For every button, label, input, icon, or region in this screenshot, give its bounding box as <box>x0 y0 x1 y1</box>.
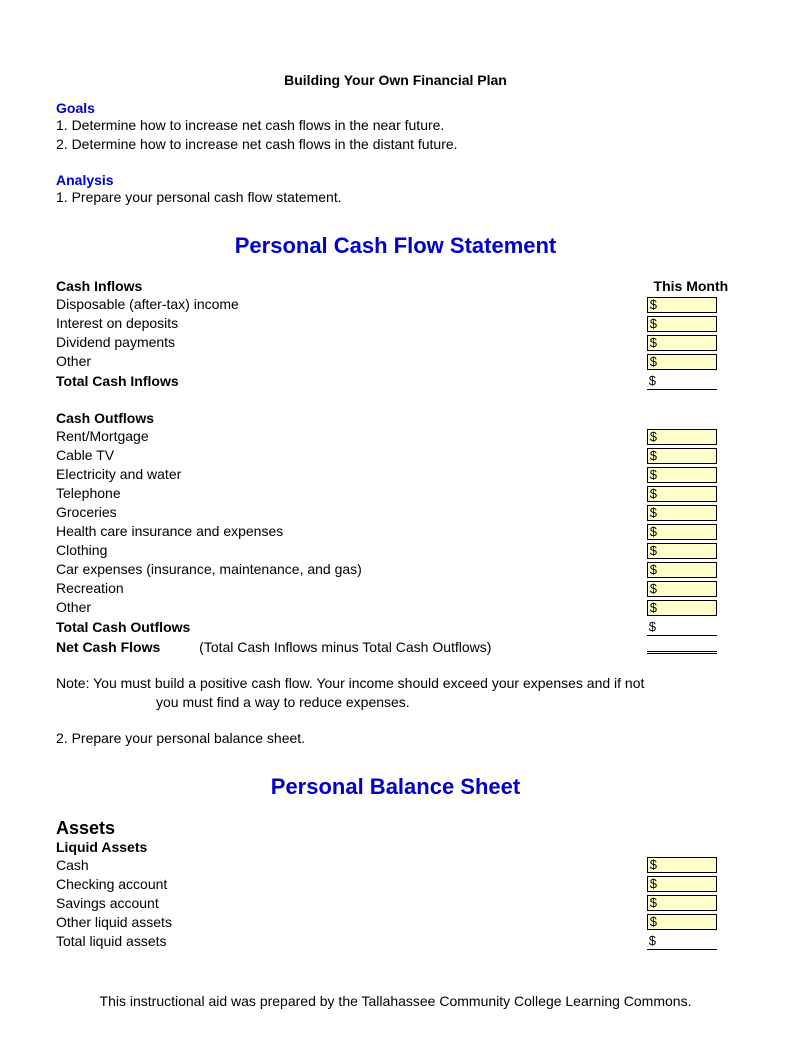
liquid-assets-table: Cash$ Checking account$ Savings account$… <box>56 855 735 951</box>
outflow-label: Health care insurance and expenses <box>56 522 647 541</box>
amount-input[interactable]: $ <box>647 524 717 540</box>
outflow-label: Electricity and water <box>56 465 647 484</box>
cashflow-table: Cash Inflows This Month Disposable (afte… <box>56 277 735 658</box>
page: Building Your Own Financial Plan Goals 1… <box>0 0 791 1039</box>
net-cash-flows-row: Net Cash Flows (Total Cash Inflows minus… <box>56 637 647 658</box>
inflow-label: Disposable (after-tax) income <box>56 295 647 314</box>
outflow-label: Recreation <box>56 579 647 598</box>
asset-label: Savings account <box>56 893 647 912</box>
net-note: (Total Cash Inflows minus Total Cash Out… <box>199 639 491 655</box>
asset-label: Checking account <box>56 874 647 893</box>
total-outflows-value: $ <box>647 620 717 636</box>
amount-input[interactable]: $ <box>647 505 717 521</box>
outflow-label: Telephone <box>56 484 647 503</box>
amount-input[interactable]: $ <box>647 486 717 502</box>
column-header: This Month <box>647 277 735 295</box>
inflow-label: Dividend payments <box>56 333 647 352</box>
amount-input[interactable]: $ <box>647 857 717 873</box>
net-label: Net Cash Flows <box>56 639 160 655</box>
goals-item: 1. Determine how to increase net cash fl… <box>56 116 735 135</box>
assets-heading: Assets <box>56 818 735 839</box>
inflow-label: Interest on deposits <box>56 314 647 333</box>
net-value <box>647 638 717 654</box>
total-liquid-value: $ <box>647 934 717 950</box>
cashflow-title: Personal Cash Flow Statement <box>56 233 735 259</box>
outflow-label: Car expenses (insurance, maintenance, an… <box>56 560 647 579</box>
amount-input[interactable]: $ <box>647 914 717 930</box>
balance-title: Personal Balance Sheet <box>56 774 735 800</box>
amount-input[interactable]: $ <box>647 448 717 464</box>
amount-input[interactable]: $ <box>647 354 717 370</box>
liquid-assets-heading: Liquid Assets <box>56 839 735 855</box>
footer-text: This instructional aid was prepared by t… <box>56 993 735 1009</box>
amount-input[interactable]: $ <box>647 467 717 483</box>
analysis-heading: Analysis <box>56 172 735 188</box>
goals-heading: Goals <box>56 100 735 116</box>
outflow-label: Groceries <box>56 503 647 522</box>
amount-input[interactable]: $ <box>647 429 717 445</box>
analysis-item-2: 2. Prepare your personal balance sheet. <box>56 729 735 748</box>
amount-input[interactable]: $ <box>647 600 717 616</box>
outflow-label: Rent/Mortgage <box>56 427 647 446</box>
amount-input[interactable]: $ <box>647 581 717 597</box>
goals-item: 2. Determine how to increase net cash fl… <box>56 135 735 154</box>
total-liquid-label: Total liquid assets <box>56 931 647 951</box>
inflows-heading: Cash Inflows <box>56 277 647 295</box>
asset-label: Other liquid assets <box>56 912 647 931</box>
outflows-heading: Cash Outflows <box>56 409 647 427</box>
total-outflows-label: Total Cash Outflows <box>56 617 647 637</box>
amount-input[interactable]: $ <box>647 562 717 578</box>
note-line1: Note: You must build a positive cash flo… <box>56 674 735 693</box>
total-inflows-value: $ <box>647 374 717 390</box>
amount-input[interactable]: $ <box>647 316 717 332</box>
amount-input[interactable]: $ <box>647 895 717 911</box>
asset-label: Cash <box>56 855 647 874</box>
outflow-label: Cable TV <box>56 446 647 465</box>
document-title: Building Your Own Financial Plan <box>56 72 735 88</box>
amount-input[interactable]: $ <box>647 876 717 892</box>
amount-input[interactable]: $ <box>647 297 717 313</box>
outflow-label: Clothing <box>56 541 647 560</box>
amount-input[interactable]: $ <box>647 543 717 559</box>
amount-input[interactable]: $ <box>647 335 717 351</box>
total-inflows-label: Total Cash Inflows <box>56 371 647 391</box>
analysis-item: 1. Prepare your personal cash flow state… <box>56 188 735 207</box>
inflow-label: Other <box>56 352 647 371</box>
note-line2: you must find a way to reduce expenses. <box>56 693 735 712</box>
outflow-label: Other <box>56 598 647 617</box>
